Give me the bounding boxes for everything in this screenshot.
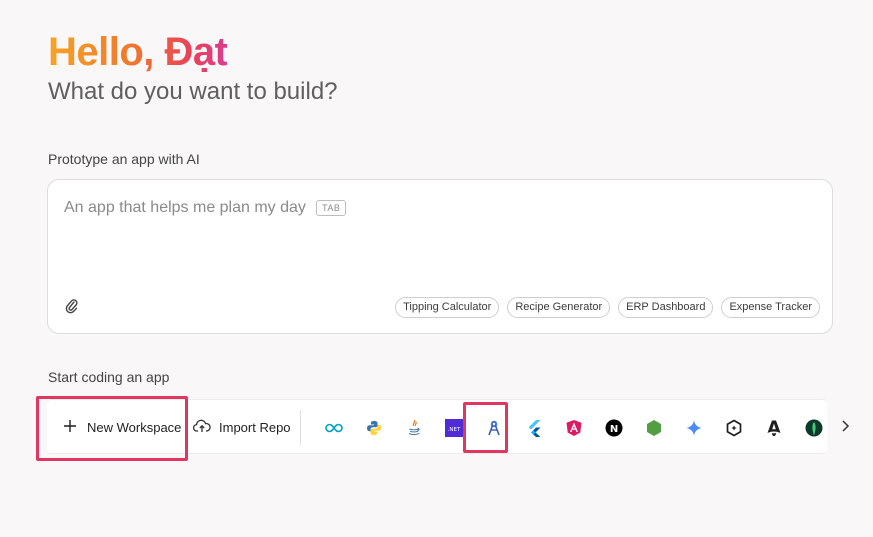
new-workspace-highlight (36, 396, 188, 461)
template-python[interactable] (354, 408, 394, 448)
suggestion-chip-expense-tracker[interactable]: Expense Tracker (721, 297, 820, 318)
template-angular[interactable] (554, 408, 594, 448)
nextjs-icon: N (605, 419, 623, 436)
cloud-upload-icon (192, 419, 211, 436)
nextjs-icon-label: N (610, 424, 618, 435)
prompt-input[interactable]: An app that helps me plan my day (64, 198, 306, 218)
suggestion-chips: Tipping Calculator Recipe Generator ERP … (395, 297, 820, 318)
suggestion-chip-recipe-generator[interactable]: Recipe Generator (507, 297, 611, 318)
import-repo-button[interactable]: Import Repo (192, 400, 293, 455)
flutter-icon (528, 419, 541, 437)
page-subtitle: What do you want to build? (48, 78, 338, 105)
template-java[interactable] (394, 408, 434, 448)
coding-section-label: Start coding an app (48, 369, 170, 385)
template-mongodb[interactable] (794, 408, 834, 448)
nodejs-icon (647, 419, 661, 436)
astro-icon (767, 420, 781, 436)
template-highlight (463, 402, 508, 453)
sparkle-icon (686, 419, 702, 436)
infinity-icon (325, 423, 343, 432)
toolbar-divider (300, 410, 301, 445)
template-hexagon[interactable] (714, 408, 754, 448)
python-icon (367, 420, 381, 435)
template-astro[interactable] (754, 408, 794, 448)
leaf-icon (805, 419, 823, 436)
chevron-right-icon[interactable] (838, 417, 852, 435)
prototype-section-label: Prototype an app with AI (48, 151, 200, 167)
dotnet-icon-label: .NET (448, 427, 461, 433)
template-gemini[interactable] (674, 408, 714, 448)
tab-hint-badge: TAB (316, 200, 347, 216)
template-arduino[interactable] (314, 408, 354, 448)
suggestion-chip-erp-dashboard[interactable]: ERP Dashboard (618, 297, 714, 318)
suggestion-chip-tipping-calculator[interactable]: Tipping Calculator (395, 297, 500, 318)
greeting-title: Hello, Đạt (48, 30, 228, 74)
import-repo-label: Import Repo (219, 420, 291, 435)
angular-icon (566, 419, 582, 436)
paperclip-icon[interactable] (65, 298, 79, 314)
template-flutter[interactable] (514, 408, 554, 448)
template-nodejs[interactable] (634, 408, 674, 448)
hexagon-icon (726, 419, 742, 436)
prompt-input-box[interactable]: An app that helps me plan my day TAB Tip… (47, 179, 833, 334)
dotnet-icon: .NET (445, 418, 463, 437)
template-list: .NET N (314, 400, 834, 455)
template-nextjs[interactable]: N (594, 408, 634, 448)
java-icon (408, 419, 420, 435)
